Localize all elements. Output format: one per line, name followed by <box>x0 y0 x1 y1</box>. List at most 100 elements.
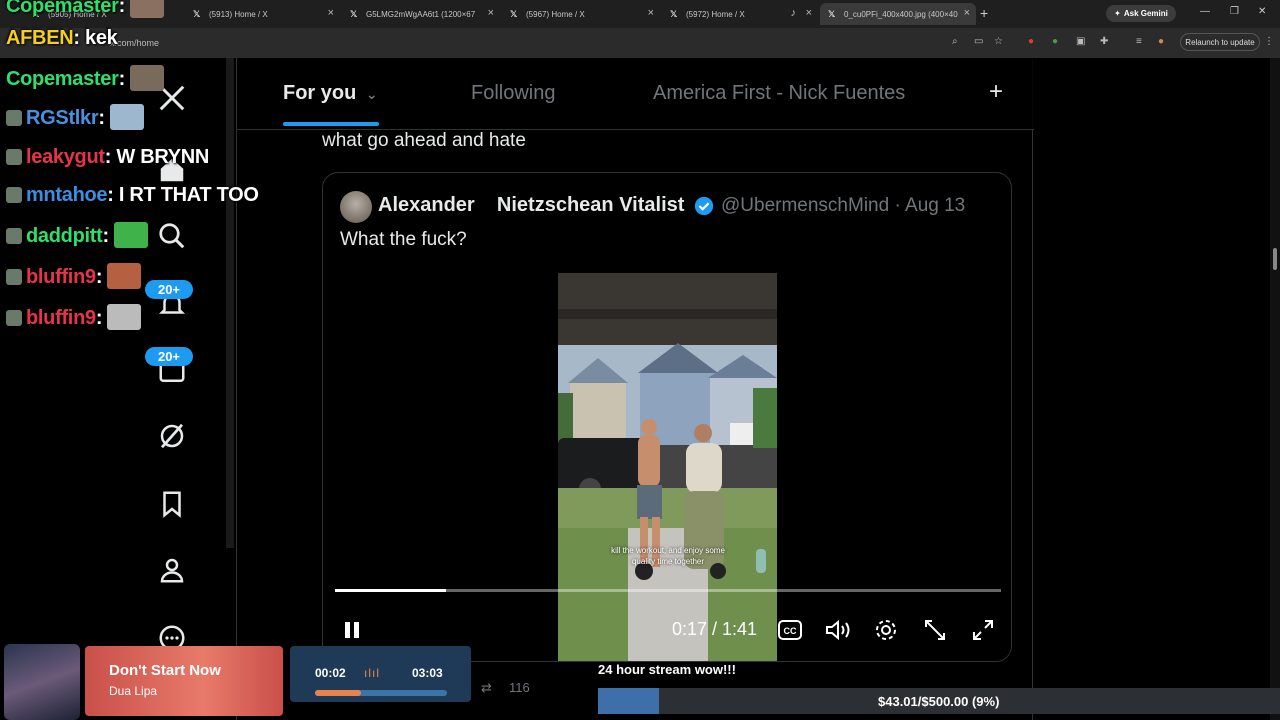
chat-message: bluffin9: <box>6 263 142 289</box>
settings-gear-icon[interactable] <box>874 618 898 647</box>
tab-audio-icon[interactable]: ♪ <box>791 7 797 19</box>
reading-list-icon[interactable]: ≡ <box>1136 36 1142 47</box>
chat-emote-image <box>107 263 142 289</box>
retweet-count: 116 <box>509 680 530 695</box>
profile-avatar[interactable]: ● <box>1158 36 1164 47</box>
browser-tab-active[interactable]: 𝕏 0_cu0PFi_400x400.jpg (400×40 × <box>820 3 976 25</box>
fullscreen-icon[interactable] <box>971 618 995 647</box>
messages-badge: 20+ <box>145 347 193 366</box>
video-thumbnail-image <box>558 273 777 661</box>
chat-separator: : <box>95 307 108 329</box>
chat-emote-image <box>114 222 149 248</box>
chat-username: bluffin9 <box>26 266 96 288</box>
video-player[interactable]: kill the workout, and enjoy some quality… <box>323 273 1011 661</box>
song-artist: Dua Lipa <box>109 684 158 698</box>
chat-separator: : <box>95 266 108 288</box>
chat-username: RGStlkr <box>26 107 99 129</box>
zoom-icon[interactable]: ⌕ <box>952 36 958 47</box>
chat-username: bluffin9 <box>26 307 96 329</box>
ask-gemini-label: Ask Gemini <box>1123 9 1168 18</box>
chat-message: AFBEN: kek <box>6 27 118 50</box>
chat-username: AFBEN <box>6 27 74 49</box>
chat-username: mntahoe <box>26 184 108 206</box>
tab-close-icon[interactable]: × <box>648 7 654 19</box>
chat-emote-image <box>130 65 165 91</box>
chat-username: daddpitt <box>26 225 103 247</box>
chat-user-badge-icon <box>6 187 22 203</box>
browser-tab[interactable]: 𝕏 G5LMG2mWgAA6t1 (1200×67 × <box>342 3 500 25</box>
chat-username: Copemaster <box>6 0 119 17</box>
audio-equalizer-icon: ılıl <box>364 666 380 680</box>
cast-icon[interactable]: ▭ <box>974 36 983 47</box>
verified-badge-icon <box>694 196 714 216</box>
extension-icon[interactable]: ● <box>1028 36 1034 47</box>
grok-icon[interactable] <box>152 416 192 456</box>
song-title: Don't Start Now <box>109 662 221 679</box>
extension-icon[interactable]: ▣ <box>1076 36 1085 47</box>
x-logo-icon: 𝕏 <box>828 9 836 19</box>
quoted-handle-date[interactable]: @UbermenschMind · Aug 13 <box>721 195 965 217</box>
screen: 𝕏 (5905) Home / X 𝕏 (5913) Home / X × 𝕏 … <box>0 0 1280 720</box>
chat-emote-image <box>107 304 142 330</box>
scrollbar-thumb[interactable] <box>1273 248 1277 270</box>
bookmarks-icon[interactable] <box>152 484 192 524</box>
restore-icon[interactable]: ❐ <box>1230 6 1239 17</box>
new-tab-icon[interactable]: + <box>980 5 988 21</box>
captions-icon[interactable]: CC <box>778 619 802 646</box>
donation-goal-fill <box>598 688 660 714</box>
video-progress-bar[interactable] <box>335 589 1001 592</box>
tab-list-america-first[interactable]: America First - Nick Fuentes <box>653 82 905 105</box>
song-total-time: 03:03 <box>412 666 443 680</box>
chat-username: leakygut <box>26 146 105 168</box>
tab-label: 0_cu0PFi_400x400.jpg (400×40 <box>844 9 958 19</box>
song-progress-bar <box>315 690 447 696</box>
chat-text: kek <box>85 27 118 49</box>
chat-message: Copemaster: <box>6 0 165 18</box>
pip-icon[interactable] <box>923 618 947 647</box>
ask-gemini-button[interactable]: ✦ Ask Gemini <box>1106 5 1176 22</box>
chat-user-badge-icon <box>6 269 22 285</box>
browser-menu-icon[interactable]: ⋮ <box>1264 36 1274 47</box>
volume-icon[interactable] <box>825 619 853 646</box>
donation-goal-bar: $43.01/$500.00 (9%) <box>598 688 1280 714</box>
quoted-author-name[interactable]: Alexander Nietzschean Vitalist <box>378 194 684 217</box>
extensions-puzzle-icon[interactable]: ✚ <box>1100 36 1108 47</box>
close-window-icon[interactable]: ✕ <box>1258 6 1266 17</box>
relaunch-button[interactable]: Relaunch to update <box>1180 33 1260 51</box>
song-card: Don't Start Now Dua Lipa <box>85 646 283 716</box>
video-frame[interactable]: kill the workout, and enjoy some quality… <box>558 273 777 661</box>
tab-following[interactable]: Following <box>471 82 555 105</box>
chat-username: Copemaster <box>6 68 119 90</box>
profile-icon[interactable] <box>152 550 192 590</box>
chat-separator: : <box>104 146 117 168</box>
donation-goal-text: $43.01/$500.00 (9%) <box>878 694 1000 709</box>
chat-separator: : <box>102 225 115 247</box>
browser-tab[interactable]: 𝕏 (5972) Home / X ♪ × <box>662 3 818 25</box>
tab-close-icon[interactable]: × <box>488 7 494 19</box>
stream-goal-label: 24 hour stream wow!!! <box>598 662 736 677</box>
chat-message: leakygut: W BRYNN <box>6 146 209 169</box>
chat-user-badge-icon <box>6 228 22 244</box>
bookmark-star-icon[interactable]: ☆ <box>994 36 1003 47</box>
browser-tab[interactable]: 𝕏 (5967) Home / X × <box>502 3 660 25</box>
add-tab-icon[interactable]: + <box>989 78 1003 106</box>
chat-emote-image <box>110 104 144 130</box>
x-logo-icon: 𝕏 <box>670 9 678 19</box>
chat-separator: : <box>118 68 131 90</box>
chat-separator: : <box>118 0 131 17</box>
page-scrollbar[interactable] <box>1270 58 1280 720</box>
tab-label: (5972) Home / X <box>686 9 745 19</box>
chat-text: I RT THAT TOO <box>118 184 259 206</box>
song-current-time: 00:02 <box>315 666 346 680</box>
minimize-icon[interactable]: — <box>1200 6 1210 17</box>
quoted-tweet[interactable]: Alexander Nietzschean Vitalist @Ubermens… <box>322 172 1012 662</box>
tab-close-icon[interactable]: × <box>964 7 970 19</box>
tab-close-icon[interactable]: × <box>806 7 812 19</box>
x-logo-icon: 𝕏 <box>510 9 518 19</box>
retweet-icon[interactable]: ⇄ <box>481 680 492 696</box>
tab-label: G5LMG2mWgAA6t1 (1200×67 <box>366 9 476 19</box>
chat-user-badge-icon <box>6 310 22 326</box>
svg-text:CC: CC <box>784 626 797 636</box>
extension-icon[interactable]: ● <box>1052 36 1058 47</box>
chat-separator: : <box>107 184 119 206</box>
